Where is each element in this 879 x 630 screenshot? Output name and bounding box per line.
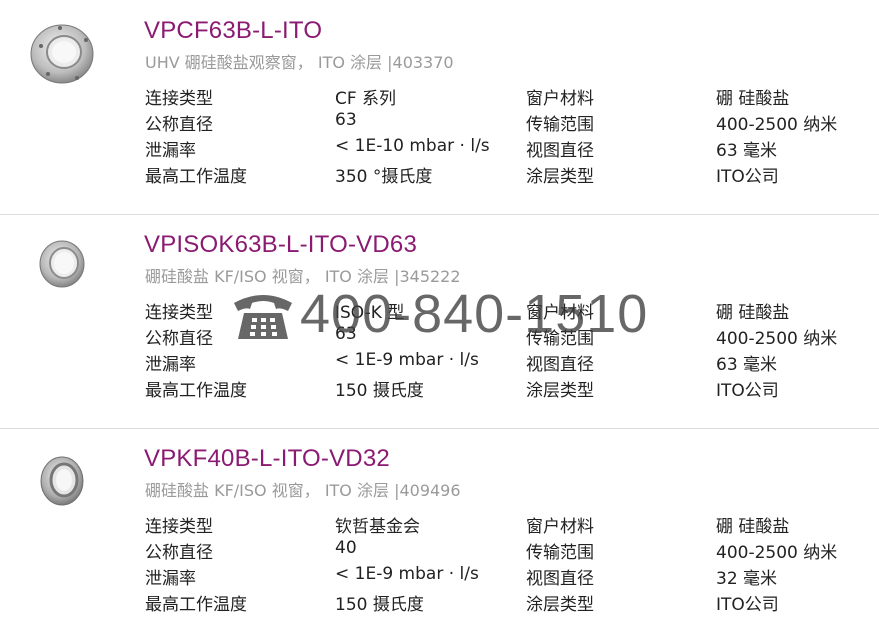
spec-label: 公称直径 [145, 115, 213, 135]
spec-table: 连接类型 钦哲基金会 窗户材料 硼 硅酸盐 公称直径 40 传输范围 400-2… [145, 512, 865, 616]
spec-row: 泄漏率 < 1E-9 mbar · l/s 视图直径 32 毫米 [145, 564, 865, 590]
spec-value: 350 °摄氏度 [335, 167, 433, 187]
spec-label: 窗户材料 [526, 303, 594, 323]
spec-row: 最高工作温度 150 摄氏度 涂层类型 ITO公司 [145, 376, 865, 402]
spec-value: 150 摄氏度 [335, 381, 424, 401]
spec-label: 泄漏率 [145, 355, 196, 375]
product-title[interactable]: VPISOK63B-L-ITO-VD63 [144, 231, 417, 259]
product-image[interactable] [0, 0, 96, 96]
spec-label: 视图直径 [526, 141, 594, 161]
spec-row: 公称直径 63 传输范围 400-2500 纳米 [145, 324, 865, 350]
spec-value: 40 [335, 538, 357, 558]
spec-label: 连接类型 [145, 517, 213, 537]
spec-value: ITO公司 [716, 381, 779, 401]
product-list-page: VPCF63B-L-ITO UHV 硼硅酸盐观察窗， ITO 涂层 |40337… [0, 0, 879, 630]
spec-value: < 1E-10 mbar · l/s [335, 136, 490, 156]
spec-row: 公称直径 40 传输范围 400-2500 纳米 [145, 538, 865, 564]
spec-value: 400-2500 纳米 [716, 115, 838, 135]
spec-label: 涂层类型 [526, 167, 594, 187]
spec-label: 最高工作温度 [145, 381, 247, 401]
spec-label: 视图直径 [526, 355, 594, 375]
spec-row: 泄漏率 < 1E-9 mbar · l/s 视图直径 63 毫米 [145, 350, 865, 376]
spec-value: 硼 硅酸盐 [716, 303, 790, 323]
spec-row: 最高工作温度 350 °摄氏度 涂层类型 ITO公司 [145, 162, 865, 188]
spec-value: 硼 硅酸盐 [716, 89, 790, 109]
spec-value: 硼 硅酸盐 [716, 517, 790, 537]
spec-label: 连接类型 [145, 89, 213, 109]
spec-row: 最高工作温度 150 摄氏度 涂层类型 ITO公司 [145, 590, 865, 616]
spec-label: 公称直径 [145, 543, 213, 563]
spec-value: < 1E-9 mbar · l/s [335, 564, 479, 584]
iso-flange-viewport-icon [39, 240, 85, 288]
cf-flange-viewport-icon [30, 24, 94, 84]
spec-table: 连接类型 CF 系列 窗户材料 硼 硅酸盐 公称直径 63 传输范围 400-2… [145, 84, 865, 188]
spec-value: ISO-K 型 [335, 303, 405, 323]
spec-label: 连接类型 [145, 303, 213, 323]
spec-label: 传输范围 [526, 115, 594, 135]
spec-label: 涂层类型 [526, 381, 594, 401]
spec-label: 泄漏率 [145, 569, 196, 589]
spec-label: 公称直径 [145, 329, 213, 349]
spec-value: 400-2500 纳米 [716, 543, 838, 563]
spec-table: 连接类型 ISO-K 型 窗户材料 硼 硅酸盐 公称直径 63 传输范围 400… [145, 298, 865, 402]
spec-value: ITO公司 [716, 167, 779, 187]
spec-row: 连接类型 CF 系列 窗户材料 硼 硅酸盐 [145, 84, 865, 110]
product-image[interactable] [0, 428, 96, 524]
spec-label: 窗户材料 [526, 89, 594, 109]
spec-value: 钦哲基金会 [335, 517, 420, 537]
spec-value: ITO公司 [716, 595, 779, 615]
spec-value: 400-2500 纳米 [716, 329, 838, 349]
spec-label: 泄漏率 [145, 141, 196, 161]
spec-row: 泄漏率 < 1E-10 mbar · l/s 视图直径 63 毫米 [145, 136, 865, 162]
spec-value: 63 [335, 324, 357, 344]
spec-value: 63 [335, 110, 357, 130]
spec-value: 63 毫米 [716, 141, 778, 161]
spec-label: 视图直径 [526, 569, 594, 589]
spec-value: 63 毫米 [716, 355, 778, 375]
spec-label: 窗户材料 [526, 517, 594, 537]
product-title[interactable]: VPCF63B-L-ITO [144, 17, 322, 45]
spec-value: CF 系列 [335, 89, 397, 109]
spec-label: 传输范围 [526, 329, 594, 349]
spec-row: 连接类型 钦哲基金会 窗户材料 硼 硅酸盐 [145, 512, 865, 538]
product-card: VPCF63B-L-ITO UHV 硼硅酸盐观察窗， ITO 涂层 |40337… [0, 0, 879, 214]
product-image[interactable] [0, 214, 96, 310]
spec-label: 最高工作温度 [145, 167, 247, 187]
product-card: VPISOK63B-L-ITO-VD63 硼硅酸盐 KF/ISO 视窗， ITO… [0, 214, 879, 428]
spec-value: 150 摄氏度 [335, 595, 424, 615]
product-subtitle: UHV 硼硅酸盐观察窗， ITO 涂层 |403370 [145, 53, 454, 72]
product-subtitle: 硼硅酸盐 KF/ISO 视窗， ITO 涂层 |409496 [145, 481, 461, 500]
spec-row: 连接类型 ISO-K 型 窗户材料 硼 硅酸盐 [145, 298, 865, 324]
product-card: VPKF40B-L-ITO-VD32 硼硅酸盐 KF/ISO 视窗， ITO 涂… [0, 428, 879, 630]
product-subtitle: 硼硅酸盐 KF/ISO 视窗， ITO 涂层 |345222 [145, 267, 461, 286]
product-title[interactable]: VPKF40B-L-ITO-VD32 [144, 445, 390, 473]
spec-value: < 1E-9 mbar · l/s [335, 350, 479, 370]
spec-label: 涂层类型 [526, 595, 594, 615]
kf-flange-viewport-icon [40, 456, 84, 506]
spec-label: 最高工作温度 [145, 595, 247, 615]
spec-label: 传输范围 [526, 543, 594, 563]
spec-row: 公称直径 63 传输范围 400-2500 纳米 [145, 110, 865, 136]
spec-value: 32 毫米 [716, 569, 778, 589]
